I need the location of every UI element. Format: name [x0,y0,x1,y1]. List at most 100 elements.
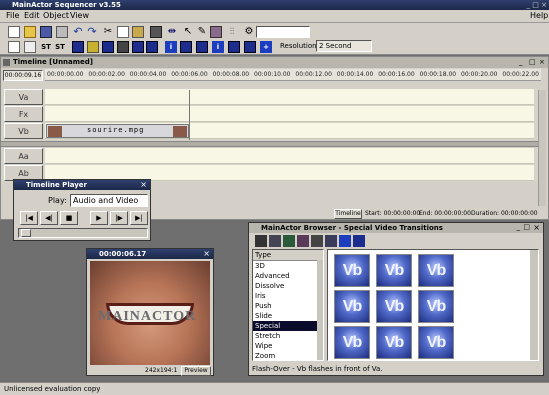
multi-track-icon[interactable] [24,41,36,53]
browser-tool-2-icon[interactable] [269,235,281,247]
monitor-icon[interactable] [196,41,208,53]
browser-tool-6-icon[interactable] [325,235,337,247]
type-list-item[interactable]: Stretch [253,331,323,341]
browser-restore-icon[interactable]: □ [523,223,530,231]
cut-icon[interactable]: ✂ [102,26,114,38]
track-lane[interactable] [45,106,534,122]
track-label[interactable]: Va [4,89,43,105]
type-list-scrollbar[interactable] [317,260,323,360]
slider-thumb[interactable] [21,229,31,237]
video-blue-icon[interactable] [72,41,84,53]
menu-view[interactable]: View [70,11,89,20]
transition-thumbnail[interactable]: Vb [334,290,370,323]
minimize-icon[interactable]: _ [527,1,531,9]
track-lane[interactable] [45,148,534,164]
pointer-icon[interactable]: ↖ [182,26,194,38]
transition-thumbnail[interactable]: Vb [418,326,454,359]
player-position-slider[interactable] [18,228,148,238]
new-file-icon[interactable] [8,26,20,38]
menu-help[interactable]: Help [530,11,548,20]
camera-icon[interactable] [117,41,129,53]
delete-icon[interactable] [150,26,162,38]
zoom-in-icon[interactable]: + [260,41,272,53]
type-list-item[interactable]: Advanced [253,271,323,281]
transition-thumbnail[interactable]: Vb [418,254,454,287]
render-icon[interactable] [228,41,240,53]
player-close-icon[interactable]: × [140,180,147,189]
film-icon[interactable] [132,41,144,53]
track-label[interactable]: Aa [4,148,43,164]
maximize-icon[interactable]: □ [532,1,539,9]
menu-object[interactable]: Object [43,11,69,20]
print-icon[interactable] [56,26,68,38]
timeline-menu-icon[interactable] [3,59,10,66]
type-list-item[interactable]: Push [253,301,323,311]
clip-icon[interactable] [180,41,192,53]
browser-tool-8-icon[interactable] [353,235,365,247]
browser-minimize-icon[interactable]: _ [517,223,521,231]
open-folder-icon[interactable] [24,26,36,38]
film-alt-icon[interactable] [146,41,158,53]
transition-thumbnail[interactable]: Vb [376,254,412,287]
step-forward-button[interactable]: |▶ [110,211,128,225]
track-label[interactable]: Vb [4,123,43,139]
video-dark-icon[interactable] [102,41,114,53]
export-icon[interactable] [244,41,256,53]
rewind-button[interactable]: |◀ [20,211,38,225]
browser-tool-5-icon[interactable] [311,235,323,247]
transition-thumbnail[interactable]: Vb [376,326,412,359]
play-button[interactable]: ▶ [90,211,108,225]
preview-close-icon[interactable]: × [203,249,210,258]
type-list-item[interactable]: Iris [253,291,323,301]
info-icon[interactable]: i [165,41,177,53]
step-back-button[interactable]: ◀| [40,211,58,225]
settings-gear-icon[interactable]: ⚙ [243,26,255,38]
paste-icon[interactable] [132,26,144,38]
track-label[interactable]: Fx [4,106,43,122]
type-list-item[interactable]: Zoom [253,351,323,361]
browser-tool-3-icon[interactable] [283,235,295,247]
redo-icon[interactable]: ↷ [86,26,98,38]
close-icon[interactable]: × [541,1,547,9]
transition-thumbnail[interactable]: Vb [418,290,454,323]
transition-thumbnail[interactable]: Vb [334,254,370,287]
track-icon[interactable] [8,41,20,53]
copy-icon[interactable] [117,26,129,38]
browser-tool-1-icon[interactable] [255,235,267,247]
timeline-scrollbar[interactable] [538,90,546,206]
audio-video-separator[interactable] [1,141,542,147]
title-text-icon[interactable]: ST [54,41,66,53]
fast-forward-button[interactable]: ▶| [130,211,148,225]
insert-text-icon[interactable]: ST [40,41,52,53]
type-list-item[interactable]: Dissolve [253,281,323,291]
transition-thumbnail[interactable]: Vb [334,326,370,359]
save-icon[interactable] [40,26,52,38]
browser-tool-7-icon[interactable] [339,235,351,247]
undo-icon[interactable]: ↶ [72,26,84,38]
track-lane[interactable] [45,89,534,105]
resolution-select[interactable]: 2 Second [316,40,372,52]
type-list-item[interactable]: Special [253,321,323,331]
stop-button[interactable]: ■ [60,211,78,225]
type-list-item[interactable]: Wipe [253,341,323,351]
browser-close-icon[interactable]: × [533,223,540,232]
timeline-tab[interactable]: Timeline [334,209,362,219]
mixer-icon[interactable]: ⫶⫶ [226,26,238,38]
play-mode-select[interactable]: Audio and Video [70,194,148,207]
preview-button[interactable]: Preview [181,366,211,376]
timeline-restore-icon[interactable]: □ [529,58,536,66]
type-list-item[interactable]: Slide [253,311,323,321]
time-ruler[interactable]: 00:00:00.00 00:00:02.00 00:00:04.00 00:00:0… [45,69,541,81]
thumb-grid-scrollbar[interactable] [530,250,538,360]
timeline-close-icon[interactable]: × [539,58,545,66]
timeline-minimize-icon[interactable]: _ [519,58,523,66]
pen-icon[interactable]: ✎ [196,26,208,38]
menu-file[interactable]: File [6,11,19,20]
browser-tool-4-icon[interactable] [297,235,309,247]
audio-icon[interactable]: i [212,41,224,53]
effects-icon[interactable] [210,26,222,38]
split-icon[interactable]: ⇹ [166,26,178,38]
clip-sourire[interactable]: sourire.mpg [46,124,189,138]
toolbar-text-field[interactable] [256,26,310,38]
type-list-item[interactable]: 3D [253,261,323,271]
